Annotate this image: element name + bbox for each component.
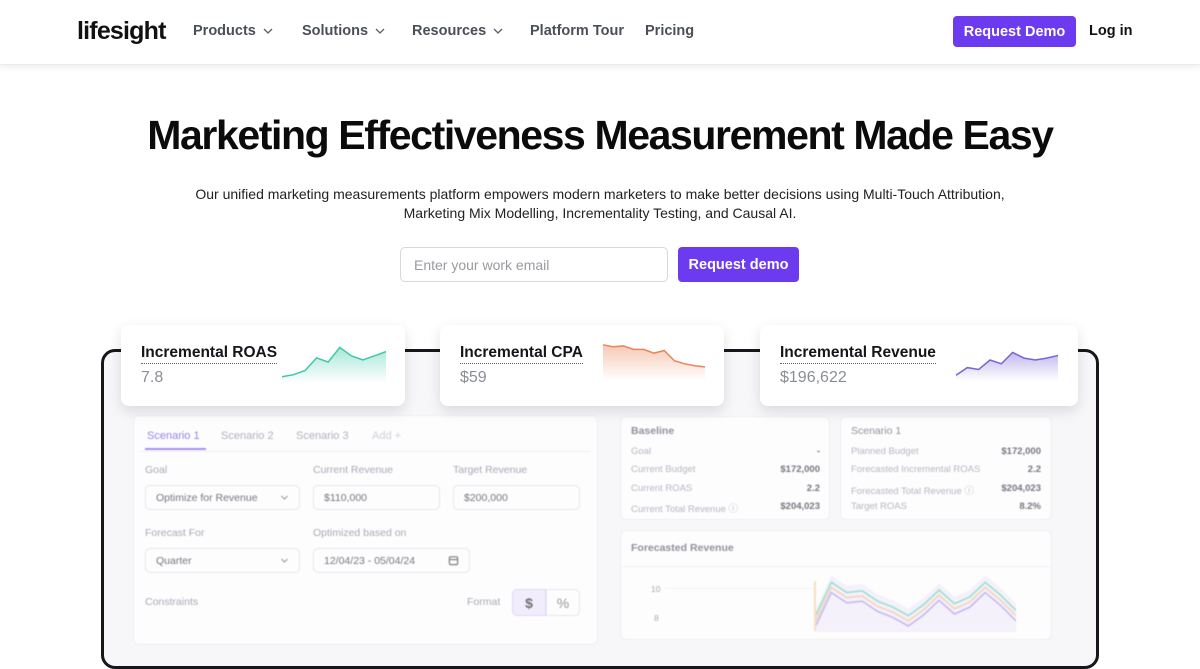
nav-solutions-label: Solutions xyxy=(302,23,369,39)
sparkline-area xyxy=(956,352,1058,381)
target-revenue-value: $200,000 xyxy=(464,491,508,504)
nav-resources[interactable]: Resources xyxy=(412,23,504,39)
chevron-down-icon xyxy=(375,28,385,34)
scenario-row: Target ROAS 8.2% xyxy=(851,501,1041,512)
forecast-for-value: Quarter xyxy=(156,554,192,567)
metric-card-revenue: Incremental Revenue $196,622 xyxy=(760,325,1078,406)
y-tick-10: 10 xyxy=(651,584,661,594)
tabs-divider xyxy=(140,451,590,452)
target-revenue-label: Target Revenue xyxy=(453,464,528,476)
metric-value: 7.8 xyxy=(141,369,164,386)
goal-select[interactable]: Optimize for Revenue xyxy=(145,485,300,510)
scenario-row: Forecasted Incremental ROAS 2.2 xyxy=(851,464,1041,475)
logo[interactable]: lifesight xyxy=(77,17,166,46)
format-label: Format xyxy=(467,596,501,608)
request-demo-nav-button[interactable]: Request Demo xyxy=(953,16,1076,47)
forecast-divider xyxy=(621,566,1051,567)
metric-card-cpa: Incremental CPA $59 xyxy=(440,325,724,406)
sparkline-area xyxy=(603,344,705,381)
chevron-down-icon xyxy=(281,558,288,563)
current-revenue-value: $110,000 xyxy=(324,491,368,504)
date-range-input[interactable]: 12/04/23 - 05/04/24 xyxy=(313,548,470,573)
nav-products[interactable]: Products xyxy=(193,23,274,39)
metric-title: Incremental Revenue xyxy=(780,344,936,364)
scenario-row: Planned Budget $172,000 xyxy=(851,446,1041,457)
baseline-title: Baseline xyxy=(631,425,675,437)
scenario-row: Forecasted Total Revenue ⓘ $204,023 xyxy=(851,483,1041,497)
baseline-row: Current Total Revenue ⓘ $204,023 xyxy=(631,501,820,515)
format-percent-button[interactable]: % xyxy=(546,589,580,616)
forecast-title: Forecasted Revenue xyxy=(631,542,734,554)
nav-pricing-label: Pricing xyxy=(645,23,695,39)
current-revenue-label: Current Revenue xyxy=(313,464,393,476)
forecast-for-label: Forecast For xyxy=(145,527,205,539)
nav-platform-tour[interactable]: Platform Tour xyxy=(530,23,624,39)
nav-resources-label: Resources xyxy=(412,23,487,39)
baseline-row: Goal - xyxy=(631,446,820,457)
metric-value: $196,622 xyxy=(780,369,847,386)
metric-value: $59 xyxy=(460,369,487,386)
format-dollar-button[interactable]: $ xyxy=(512,589,546,616)
goal-label: Goal xyxy=(145,464,168,476)
metric-title: Incremental CPA xyxy=(460,344,583,364)
tab-add[interactable]: Add + xyxy=(372,430,401,442)
active-tab-indicator xyxy=(145,448,206,450)
forecast-for-select[interactable]: Quarter xyxy=(145,548,300,573)
calendar-icon xyxy=(448,556,459,566)
login-link[interactable]: Log in xyxy=(1089,23,1133,39)
sparkline-area xyxy=(282,347,386,383)
y-tick-8: 8 xyxy=(654,613,659,623)
nav-solutions[interactable]: Solutions xyxy=(302,23,386,39)
metric-card-roas: Incremental ROAS 7.8 xyxy=(121,325,405,406)
chevron-down-icon xyxy=(493,28,503,34)
tab-scenario-2[interactable]: Scenario 2 xyxy=(221,430,274,442)
nav-platform-tour-label: Platform Tour xyxy=(530,23,624,39)
optimized-based-on-label: Optimized based on xyxy=(313,527,407,539)
chevron-down-icon xyxy=(263,28,273,34)
current-revenue-input[interactable]: $110,000 xyxy=(313,485,440,510)
constraints-label: Constraints xyxy=(145,596,199,608)
gridline xyxy=(665,588,815,589)
sparkline-revenue xyxy=(955,351,1059,381)
sparkline-roas xyxy=(281,346,387,383)
goal-select-value: Optimize for Revenue xyxy=(156,491,258,504)
dashboard-preview: Scenario 1 Scenario 2 Scenario 3 Add + G… xyxy=(0,0,1200,645)
top-nav: lifesight Products Solutions Resources P… xyxy=(0,0,1200,65)
baseline-row: Current Budget $172,000 xyxy=(631,464,820,475)
date-range-value: 12/04/23 - 05/04/24 xyxy=(324,554,416,567)
scenario-summary-title: Scenario 1 xyxy=(851,425,902,437)
nav-pricing[interactable]: Pricing xyxy=(645,23,694,39)
nav-products-label: Products xyxy=(193,23,256,39)
forecast-chart xyxy=(816,575,1016,632)
baseline-row: Current ROAS 2.2 xyxy=(631,483,820,494)
tab-scenario-3[interactable]: Scenario 3 xyxy=(296,430,349,442)
chevron-down-icon xyxy=(281,495,288,500)
target-revenue-input[interactable]: $200,000 xyxy=(453,485,580,510)
tab-scenario-1[interactable]: Scenario 1 xyxy=(147,430,200,442)
metric-title: Incremental ROAS xyxy=(141,344,278,364)
sparkline-cpa xyxy=(602,344,706,381)
